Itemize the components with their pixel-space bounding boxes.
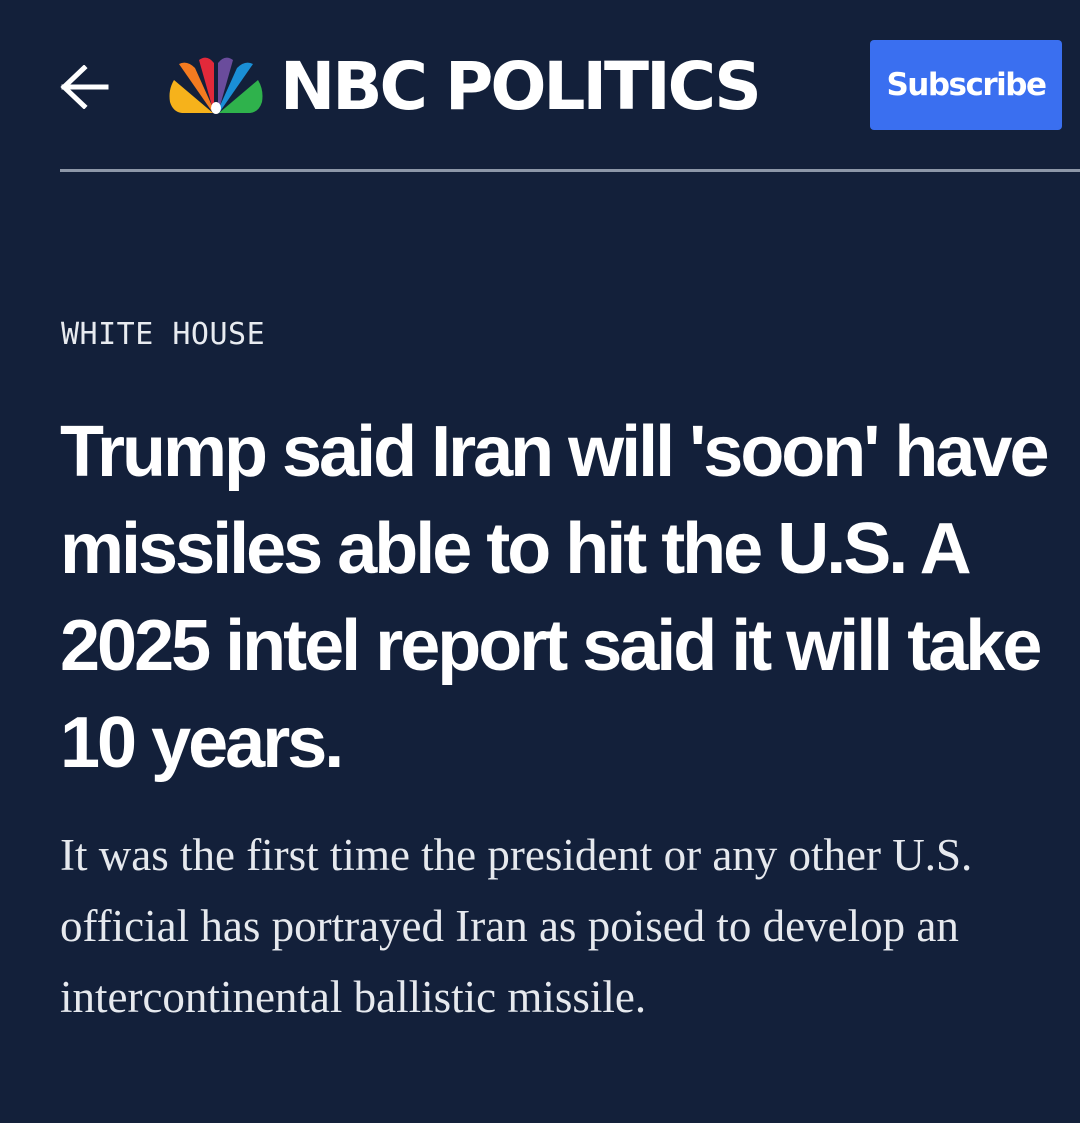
arrow-left-icon: [60, 65, 109, 109]
article-dek: It was the first time the president or a…: [60, 830, 973, 1022]
subscribe-button[interactable]: Subscribe: [870, 40, 1062, 130]
header-divider: [60, 169, 1080, 172]
back-button[interactable]: [56, 58, 114, 116]
nbc-politics-logo[interactable]: NBC POLITICS: [166, 48, 762, 125]
top-bar: NBC POLITICS Subscribe: [0, 0, 1080, 172]
article-headline: Trump said Iran will 'soon' have missile…: [60, 412, 1050, 783]
section-label[interactable]: WHITE HOUSE: [61, 316, 265, 354]
nbc-peacock-icon: [169, 57, 263, 114]
brand-name: NBC POLITICS: [280, 48, 762, 125]
